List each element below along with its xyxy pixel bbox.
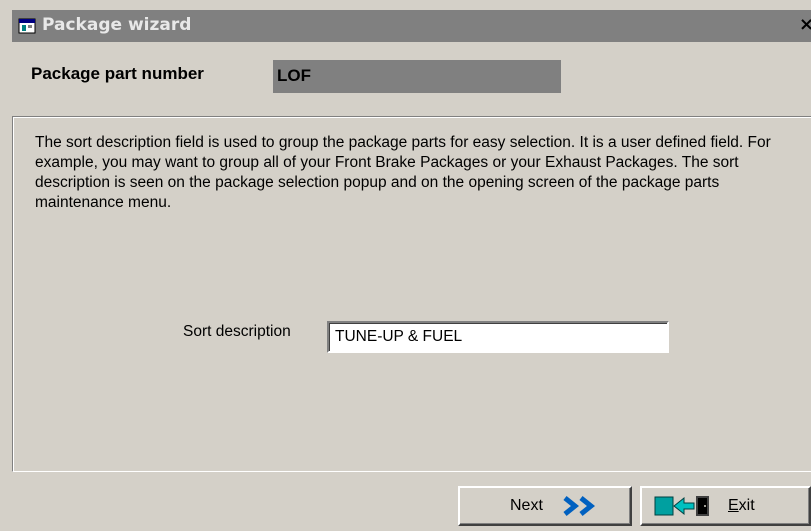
close-button[interactable]: × (799, 14, 811, 35)
header-panel: Package part number LOF (12, 42, 811, 112)
next-button-label: Next (510, 497, 543, 514)
exit-door-icon (654, 496, 709, 516)
wizard-window-icon (18, 18, 36, 34)
double-chevron-right-icon (563, 496, 596, 516)
exit-accelerator-letter: E (728, 497, 739, 514)
part-number-value: LOF (273, 60, 561, 93)
exit-label-rest: xit (738, 497, 755, 514)
description-text: The sort description field is used to gr… (35, 134, 771, 211)
content-panel: The sort description field is used to gr… (12, 116, 811, 472)
window-title: Package wizard (42, 15, 192, 35)
sort-description-input[interactable] (327, 321, 669, 353)
next-button[interactable]: Next (458, 486, 632, 526)
exit-button-label: Exit (728, 497, 755, 515)
exit-button[interactable]: Exit (640, 486, 811, 526)
sort-description-label: Sort description (183, 323, 291, 340)
title-bar[interactable]: Package wizard × (12, 10, 811, 42)
part-number-label: Package part number (31, 64, 204, 83)
